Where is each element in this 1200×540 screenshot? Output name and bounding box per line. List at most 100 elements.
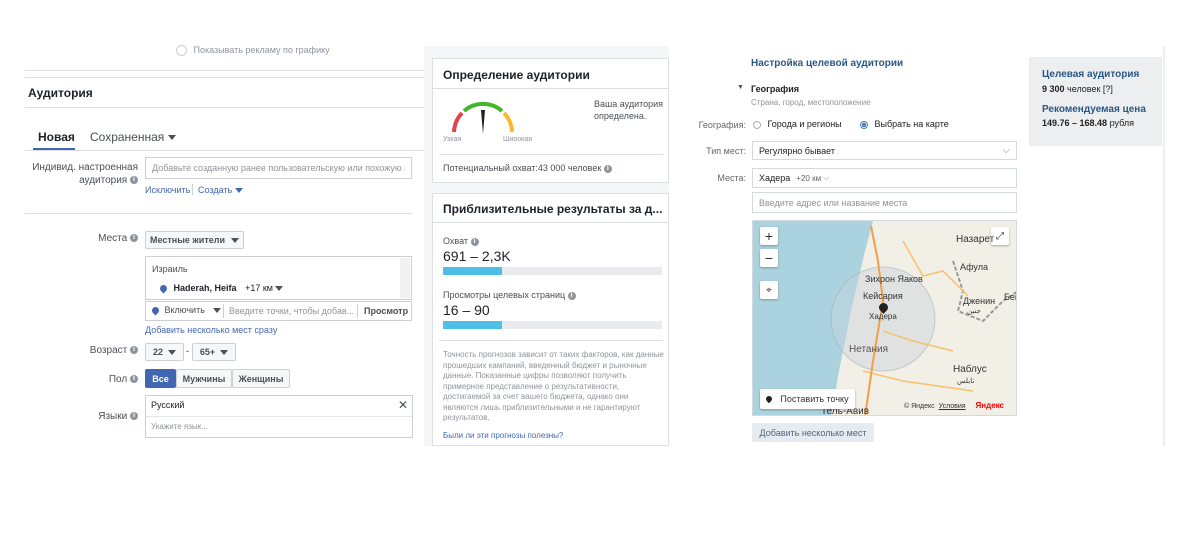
age-from-select[interactable]: 22 bbox=[145, 343, 184, 361]
views-label-text: Просмотры целевых страниц bbox=[443, 290, 566, 300]
place-tag[interactable]: Хадера bbox=[759, 173, 790, 183]
radio-cities[interactable]: Города и регионы bbox=[753, 119, 842, 129]
custom-audience-label: Индивид. настроенная аудитория i bbox=[30, 161, 138, 187]
places-tag-field[interactable]: Хадера +20 км ⌵ bbox=[752, 168, 1017, 188]
potential-reach-text: Потенциальный охват:43 000 человек bbox=[443, 163, 602, 173]
map[interactable]: + − ⌖ ⤢ Назарет Афула Зихрон Яаков Кейса… bbox=[752, 220, 1017, 416]
gauge-narrow-label: Узкая bbox=[443, 136, 462, 143]
map-label-netanya: Нетания bbox=[849, 344, 889, 355]
reach-bar-fill bbox=[443, 267, 503, 275]
info-icon[interactable]: i bbox=[130, 412, 138, 421]
create-link[interactable]: Создать bbox=[198, 185, 243, 195]
radio-icon[interactable] bbox=[753, 120, 761, 129]
expand-arrow-icon[interactable]: ▼ bbox=[737, 84, 744, 91]
schedule-label: Показывать рекламу по графику bbox=[193, 45, 330, 55]
language-input[interactable]: Укажите язык... bbox=[151, 422, 208, 431]
target-count: 9 300 bbox=[1042, 84, 1065, 94]
places-label-text: Места bbox=[98, 233, 128, 244]
price-label: Рекомендуемая цена bbox=[1042, 104, 1146, 115]
places-mode-dropdown[interactable]: Местные жители bbox=[145, 231, 244, 249]
info-icon[interactable]: i bbox=[130, 375, 138, 384]
tab-new[interactable]: Новая bbox=[38, 130, 75, 144]
info-icon[interactable]: i bbox=[470, 237, 479, 246]
places-scrollbar[interactable] bbox=[400, 258, 410, 298]
radio-icon[interactable] bbox=[176, 45, 187, 57]
languages-label: Языки i bbox=[60, 411, 138, 422]
info-icon[interactable]: i bbox=[130, 346, 138, 355]
caret-down-icon bbox=[231, 237, 239, 243]
gender-all-button[interactable]: Все bbox=[145, 369, 176, 388]
add-places-button[interactable]: Добавить несколько мест bbox=[752, 423, 874, 442]
include-dropdown[interactable]: Включить bbox=[150, 305, 222, 316]
gender-female-button[interactable]: Женщины bbox=[232, 369, 290, 388]
age-from-value: 22 bbox=[152, 347, 163, 357]
gender-male-button[interactable]: Мужчины bbox=[176, 369, 232, 388]
audience-title: Аудитория bbox=[28, 86, 93, 100]
geo-label: География: bbox=[698, 120, 746, 130]
separator bbox=[223, 304, 224, 318]
divider bbox=[25, 213, 412, 214]
info-icon[interactable]: i bbox=[130, 176, 138, 185]
set-point-button[interactable]: Поставить точку bbox=[760, 389, 855, 409]
address-input[interactable]: Введите адрес или название места bbox=[752, 192, 1017, 213]
feedback-link[interactable]: Были ли эти прогнозы полезны? bbox=[443, 431, 563, 440]
separator bbox=[357, 304, 358, 318]
city-tag[interactable]: Haderah, Heifa +17 км bbox=[158, 283, 284, 294]
price-value: 149.76 – 168.48 рубля bbox=[1042, 118, 1134, 128]
reach-label-text: Охват bbox=[443, 236, 469, 246]
estimates-disclaimer: Точность прогнозов зависит от таких факт… bbox=[443, 350, 664, 422]
close-icon[interactable]: ✕ bbox=[398, 398, 408, 412]
views-bar bbox=[443, 321, 662, 329]
gauge-needle bbox=[481, 110, 485, 134]
custom-audience-placeholder: Добавьте созданную ранее пользовательску… bbox=[152, 163, 405, 173]
gauge-mid-arc bbox=[462, 101, 504, 113]
tab-saved[interactable]: Сохраненная bbox=[90, 130, 176, 144]
views-value: 16 – 90 bbox=[443, 302, 490, 318]
fb-schedule-option[interactable]: Показывать рекламу по графику bbox=[176, 45, 330, 57]
place-type-label: Тип мест: bbox=[706, 146, 746, 156]
browse-button[interactable]: Просмотр bbox=[364, 306, 408, 316]
map-label-nazareth: Назарет bbox=[956, 234, 995, 245]
radio-map[interactable]: Выбрать на карте bbox=[860, 119, 949, 129]
map-label-afula: Афула bbox=[960, 262, 988, 272]
zoom-in-button[interactable]: + bbox=[760, 227, 778, 245]
definition-status: Ваша аудитория определена. bbox=[594, 99, 664, 121]
city-name: Haderah, Heifa bbox=[173, 283, 237, 293]
add-multiple-places-link[interactable]: Добавить несколько мест сразу bbox=[145, 325, 277, 335]
geo-subtitle: Страна, город, местоположение bbox=[751, 98, 871, 107]
places-mode-value: Местные жители bbox=[149, 235, 225, 245]
places-search-input[interactable]: Введите точки, чтобы добав... bbox=[229, 306, 354, 316]
divider bbox=[146, 416, 412, 417]
radius-value[interactable]: +17 км bbox=[245, 283, 273, 293]
info-icon[interactable]: i bbox=[603, 164, 612, 173]
locate-icon[interactable]: ⌖ bbox=[760, 281, 778, 299]
gauge-wide-arc bbox=[502, 111, 514, 133]
caret-down-icon bbox=[213, 308, 222, 314]
potential-reach: Потенциальный охват:43 000 человек i bbox=[443, 163, 612, 173]
map-label-nablus-ar: نابلس bbox=[957, 378, 975, 385]
divider bbox=[25, 77, 424, 78]
custom-audience-input[interactable]: Добавьте созданную ранее пользовательску… bbox=[145, 157, 412, 179]
gender-label-text: Пол bbox=[108, 374, 128, 385]
zoom-out-button[interactable]: − bbox=[760, 249, 778, 267]
yandex-logo: Яндекс bbox=[975, 401, 1004, 410]
age-to-select[interactable]: 65+ bbox=[192, 343, 236, 361]
place-type-select[interactable]: Регулярно бывает ⌵ bbox=[752, 141, 1017, 160]
map-copyright: © Яндекс Условия Яндекс bbox=[904, 401, 1004, 410]
caret-down-icon bbox=[220, 349, 229, 355]
age-label-text: Возраст bbox=[89, 345, 128, 356]
map-label-caesarea: Кейсария bbox=[863, 291, 903, 301]
target-unit: человек [?] bbox=[1067, 84, 1113, 94]
language-tag: Русский bbox=[151, 400, 185, 410]
chevron-down-icon[interactable]: ⌵ bbox=[823, 173, 829, 183]
info-icon[interactable]: i bbox=[130, 234, 138, 243]
estimates-title: Приблизительные результаты за д... bbox=[443, 202, 663, 216]
place-radius[interactable]: +20 км bbox=[796, 174, 821, 183]
exclude-link[interactable]: Исключить bbox=[145, 185, 190, 195]
info-icon[interactable]: i bbox=[567, 291, 576, 300]
address-placeholder: Введите адрес или название места bbox=[759, 197, 908, 208]
terms-link[interactable]: Условия bbox=[939, 403, 966, 410]
radio-selected-icon[interactable] bbox=[860, 120, 868, 129]
caret-down-icon bbox=[168, 349, 176, 355]
caret-down-icon[interactable] bbox=[275, 286, 284, 292]
